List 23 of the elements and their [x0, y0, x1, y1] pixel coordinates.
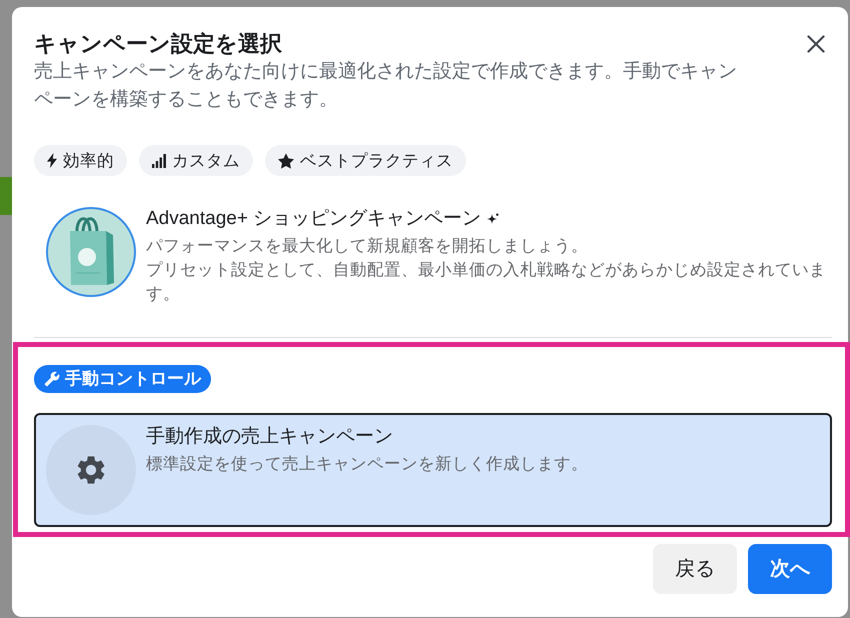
- campaign-option-card[interactable]: 手動作成の売上キャンペーン 標準設定を使って売上キャンペーンを新しく作成します。: [34, 413, 832, 527]
- gear-icon: [46, 425, 136, 515]
- next-button[interactable]: 次へ: [748, 544, 832, 594]
- back-button[interactable]: 戻る: [653, 544, 737, 594]
- lightning-icon: [47, 153, 57, 168]
- campaign-option-card[interactable]: Advantage+ ショッピングキャンペーン パフォーマンスを最大化して新規顧客を開拓しましょう。 プリセット設定として、自動配置、最小単価の入札戦略などがあらかじめ設定されています。: [34, 195, 832, 318]
- sparkle-icon: [487, 213, 500, 225]
- option-title: Advantage+ ショッピングキャンペーン: [146, 207, 482, 231]
- option-description: パフォーマンスを最大化して新規顧客を開拓しましょう。: [146, 236, 589, 257]
- bar-chart-icon: [152, 154, 166, 168]
- tag-label: 効率的: [63, 150, 114, 170]
- dialog-description: 売上キャンペーンをあなた向けに最適化された設定で作成できます。手動でキャンペーンを構築することもできます。: [34, 60, 738, 112]
- option-description: 標準設定を使って売上キャンペーンを新しく作成します。: [146, 454, 589, 475]
- star-icon: [278, 152, 294, 168]
- close-icon: [807, 35, 825, 53]
- shopping-bag-icon: [46, 207, 136, 297]
- option-title: 手動作成の売上キャンペーン: [146, 425, 393, 449]
- tag-label: ベストプラクティス: [300, 150, 453, 170]
- option-description: プリセット設定として、自動配置、最小単価の入札戦略などがあらかじめ設定されています。: [146, 260, 826, 305]
- dialog-title: キャンペーン設定を選択: [34, 30, 282, 58]
- wrench-icon: [44, 371, 60, 387]
- category-label: 手動コントロール: [65, 368, 201, 390]
- tag-label: カスタム: [172, 150, 240, 170]
